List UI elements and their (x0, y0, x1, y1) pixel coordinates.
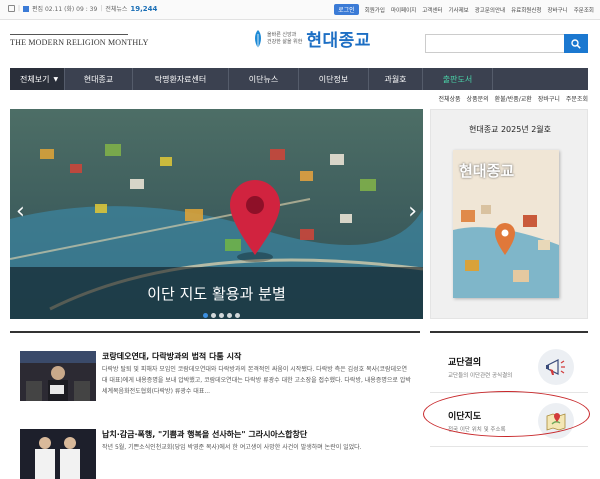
subnav-product-inquiry[interactable]: 상품문의 (467, 94, 489, 103)
slide-dot[interactable] (227, 313, 232, 318)
hero-slider[interactable]: ‹ › 이단 지도 활용과 분별 (10, 109, 423, 319)
denomination-resolution-card[interactable]: 교단결의 교단들의 이단관련 공식결의 (430, 341, 588, 393)
slide-dot[interactable] (211, 313, 216, 318)
subnav-refund[interactable]: 환불/반품/교환 (495, 94, 532, 103)
logo-slogan: 올바른 신앙과 건강한 삶을 위한 (267, 32, 302, 46)
next-slide-arrow-icon[interactable]: › (408, 199, 417, 224)
nav-item-tak-archive[interactable]: 탁명환자료센터 (133, 68, 229, 90)
nav-all-label: 전체보기 (20, 74, 50, 84)
shop-subnav: 전체상품 상품문의 환불/반품/교환 장바구니 주문조회 (438, 94, 588, 103)
search-icon (571, 38, 581, 49)
calendar-icon (23, 5, 30, 12)
press-conference-image (20, 351, 96, 401)
subnav-all-products[interactable]: 전체상품 (438, 94, 460, 103)
nav-item-cult-news[interactable]: 이단뉴스 (229, 68, 299, 90)
total-news-label: 전체뉴스 (105, 6, 128, 13)
news-item[interactable]: 코랑데오연대, 다락방과의 법적 다툼 시작 다락방 탈퇴 및 피해자 모임인 … (20, 351, 411, 413)
top-utility-bar: | 편집 02.11 (화) 09 : 39 | 전체뉴스 19,244 로그인… (0, 0, 600, 20)
mypage-link[interactable]: 마이페이지 (391, 6, 416, 14)
order-lookup-link[interactable]: 주문조회 (574, 6, 594, 14)
hero-caption[interactable]: 이단 지도 활용과 분별 (10, 267, 423, 319)
news-tip-link[interactable]: 기사제보 (449, 6, 469, 14)
chevron-down-icon: ▼ (53, 75, 59, 83)
nav-item-back-issues[interactable]: 과월호 (369, 68, 423, 90)
highlight-annotation-ring (423, 391, 590, 437)
news-thumbnail[interactable] (20, 351, 96, 401)
slogan-line-1: 올바른 신앙과 (267, 31, 297, 38)
prev-slide-arrow-icon[interactable]: ‹ (16, 199, 25, 224)
slide-dot[interactable] (235, 313, 240, 318)
monthly-issue-panel[interactable]: 현대종교 2025년 2월호 현대종교 (430, 109, 588, 319)
total-news-count: 19,244 (130, 4, 158, 13)
nav-item-books[interactable]: 출판도서 (423, 68, 493, 90)
search-box (425, 34, 588, 57)
login-button[interactable]: 로그인 (334, 4, 359, 15)
subnav-order-lookup[interactable]: 주문조회 (566, 94, 588, 103)
cover-title: 현대종교 (459, 162, 515, 180)
nav-item-modern-religion[interactable]: 현대종교 (65, 68, 133, 90)
english-logo-text: THE MODERN RELIGION MONTHLY (10, 38, 149, 47)
slide-dot[interactable] (203, 313, 208, 318)
member-links: 로그인 회원가입 마이페이지 고객센터 기사제보 광고문의안내 유료회원신청 장… (334, 4, 594, 15)
nav-item-cult-info[interactable]: 이단정보 (299, 68, 369, 90)
paid-member-link[interactable]: 유료회원신청 (511, 6, 541, 14)
edit-date: 편집 02.11 (화) 09 : 39 (32, 6, 98, 13)
english-logo[interactable]: THE MODERN RELIGION MONTHLY (10, 34, 149, 47)
megaphone-icon (538, 349, 574, 385)
nav-all-menu[interactable]: 전체보기 ▼ (10, 68, 65, 90)
slogan-line-2: 건강한 삶을 위한 (267, 38, 303, 45)
magazine-cover[interactable]: 현대종교 (453, 150, 559, 298)
site-logo[interactable]: 올바른 신앙과 건강한 삶을 위한 현대종교 (253, 26, 371, 51)
customer-center-link[interactable]: 고객센터 (422, 6, 442, 14)
news-list: 코랑데오연대, 다락방과의 법적 다툼 시작 다락방 탈퇴 및 피해자 모임인 … (10, 331, 420, 479)
news-headline[interactable]: 납치·감금·폭행, "기쁨과 행복을 선사하는" 그라시아스합창단 (102, 429, 307, 440)
brand-name: 현대종교 (306, 31, 371, 51)
news-item[interactable]: 납치·감금·폭행, "기쁨과 행복을 선사하는" 그라시아스합창단 작년 5월,… (20, 429, 410, 479)
signup-link[interactable]: 회원가입 (365, 6, 385, 14)
search-input[interactable] (426, 40, 562, 57)
cart-link[interactable]: 장바구니 (548, 6, 568, 14)
news-headline[interactable]: 코랑데오연대, 다락방과의 법적 다툼 시작 (102, 351, 241, 362)
subnav-cart[interactable]: 장바구니 (538, 94, 560, 103)
slide-indicator (203, 313, 240, 318)
ad-info-link[interactable]: 광고문의안내 (475, 6, 505, 14)
leaf-logo-icon (255, 29, 261, 48)
search-button[interactable] (564, 34, 588, 53)
hero-caption-text: 이단 지도 활용과 분별 (147, 284, 286, 303)
edit-info: | 편집 02.11 (화) 09 : 39 | 전체뉴스 19,244 (8, 4, 157, 13)
news-summary: 작년 5월, 기쁜소식인천교회(당임 박영준 목사)에서 한 여고생이 사망한 … (102, 444, 362, 451)
card-title: 교단결의 (448, 358, 482, 368)
slide-dot[interactable] (219, 313, 224, 318)
choir-image (20, 429, 96, 479)
issue-title: 현대종교 2025년 2월호 (468, 125, 552, 134)
news-thumbnail[interactable] (20, 429, 96, 479)
news-summary: 다락방 탈퇴 및 피해자 모임인 코람데오연대와 다락방과의 본격적인 싸움이 … (102, 366, 411, 395)
home-icon[interactable] (8, 5, 15, 12)
main-nav: 전체보기 ▼ 현대종교 탁명환자료센터 이단뉴스 이단정보 과월호 출판도서 (10, 68, 588, 90)
card-description: 교단들의 이단관련 공식결의 (448, 373, 513, 379)
